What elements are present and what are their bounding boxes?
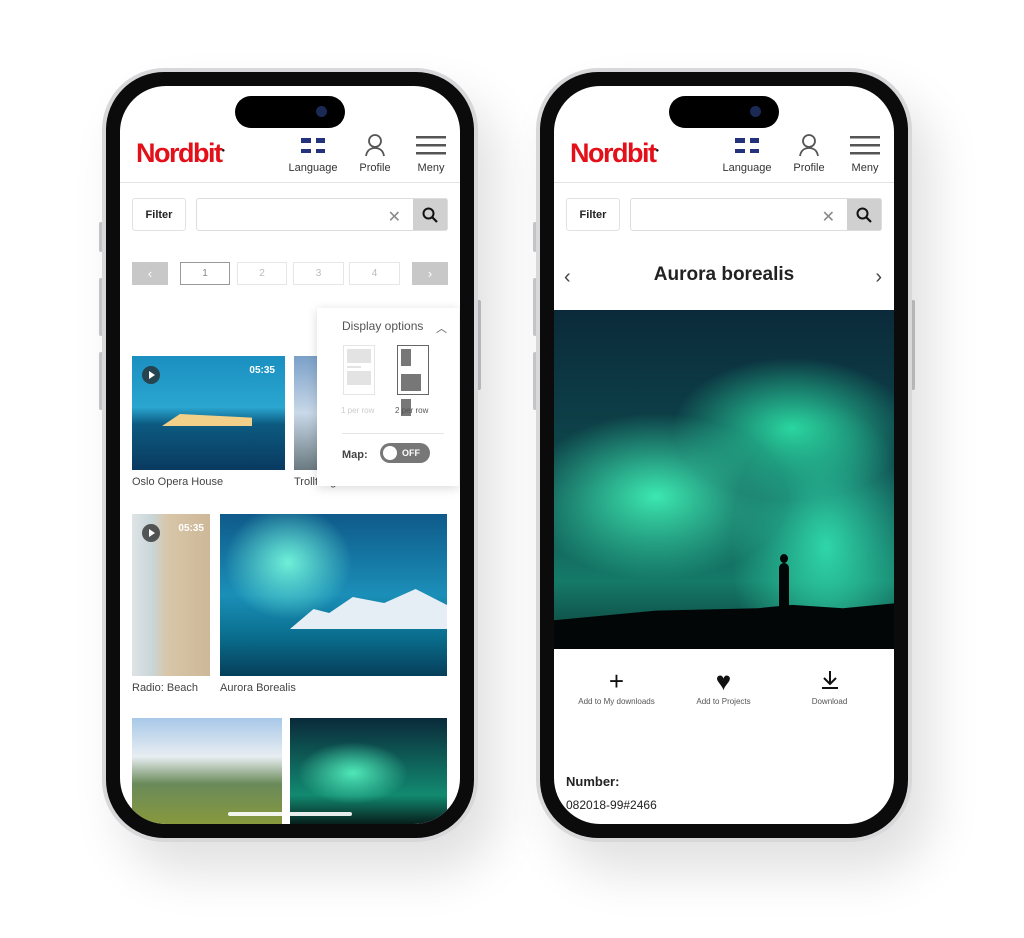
clear-icon[interactable]: ✕ [822,207,835,227]
filter-button[interactable]: Filter [566,198,620,231]
hamburger-menu-icon [850,136,880,155]
clear-icon[interactable]: ✕ [388,207,401,227]
number-value: 082018-99#2466 [566,798,657,812]
page-2[interactable]: 2 [237,262,287,285]
detail-title: Aurora borealis [653,264,795,285]
play-icon [142,366,160,384]
aurora-image[interactable] [554,310,894,649]
uk-flag-icon [301,137,325,153]
download-icon [773,669,886,693]
page-4[interactable]: 4 [349,262,400,285]
nordbit-logo[interactable]: Nordbit● [136,138,225,169]
display-options-panel: Display options ︿ 1 per row 2 per row Ma… [317,308,459,486]
person-silhouette [779,554,789,607]
search-button[interactable] [413,199,447,230]
pagination: ‹ 1 2 3 4 › [132,262,448,285]
grid-caption: Oslo Opera House [132,476,224,488]
uk-flag-icon [735,137,759,153]
search-icon [856,207,872,223]
search-field[interactable]: ✕ [630,198,882,231]
map-toggle[interactable]: OFF [380,443,430,463]
page-1[interactable]: 1 [180,262,230,285]
search-field[interactable]: ✕ [196,198,448,231]
user-icon [799,134,819,157]
screen-search: Nordbit● Language Profile Meny Filter ✕ … [120,86,460,824]
language-button[interactable]: Language [722,134,772,174]
nordbit-logo[interactable]: Nordbit● [570,138,659,169]
add-to-downloads-button[interactable]: + Add to My downloads [560,666,673,706]
divider [342,433,444,434]
heart-icon: ♥ [715,666,732,696]
layout-1-per-row-button[interactable] [343,345,375,395]
page-3[interactable]: 3 [293,262,344,285]
download-button[interactable]: Download [773,669,886,706]
prev-page-button[interactable]: ‹ [132,262,168,285]
layout-2-per-row-button[interactable] [397,345,429,416]
dynamic-island [235,96,345,128]
search-button[interactable] [847,199,881,230]
user-icon [365,134,385,157]
phone-left: Nordbit● Language Profile Meny Filter ✕ … [102,68,478,842]
grid-caption: Aurora Borealis [220,682,296,694]
dynamic-island [669,96,779,128]
grid-item[interactable] [220,514,447,676]
add-to-projects-button[interactable]: ♥ Add to Projects [667,666,780,706]
menu-button[interactable]: Meny [413,134,449,174]
play-icon [142,524,160,542]
next-item-icon[interactable]: › [875,266,882,289]
grid-item[interactable]: 05:35 [132,514,210,676]
number-label: Number: [566,774,620,789]
grid-item[interactable]: 05:35 [132,356,285,470]
grid-item[interactable] [132,718,282,824]
phone-right: Nordbit● Language Profile Meny Filter ✕ … [536,68,912,842]
screen-detail: Nordbit● Language Profile Meny Filter ✕ … [554,86,894,824]
menu-button[interactable]: Meny [847,134,883,174]
profile-button[interactable]: Profile [789,134,829,174]
filter-button[interactable]: Filter [132,198,186,231]
grid-caption: Radio: Beach [132,682,199,694]
next-page-button[interactable]: › [412,262,448,285]
language-button[interactable]: Language [288,134,338,174]
home-indicator [228,812,352,816]
hamburger-menu-icon [416,136,446,155]
plus-icon: + [608,666,625,696]
profile-button[interactable]: Profile [355,134,395,174]
chevron-up-icon[interactable]: ︿ [436,320,447,336]
search-icon [422,207,438,223]
grid-item[interactable] [290,718,447,824]
